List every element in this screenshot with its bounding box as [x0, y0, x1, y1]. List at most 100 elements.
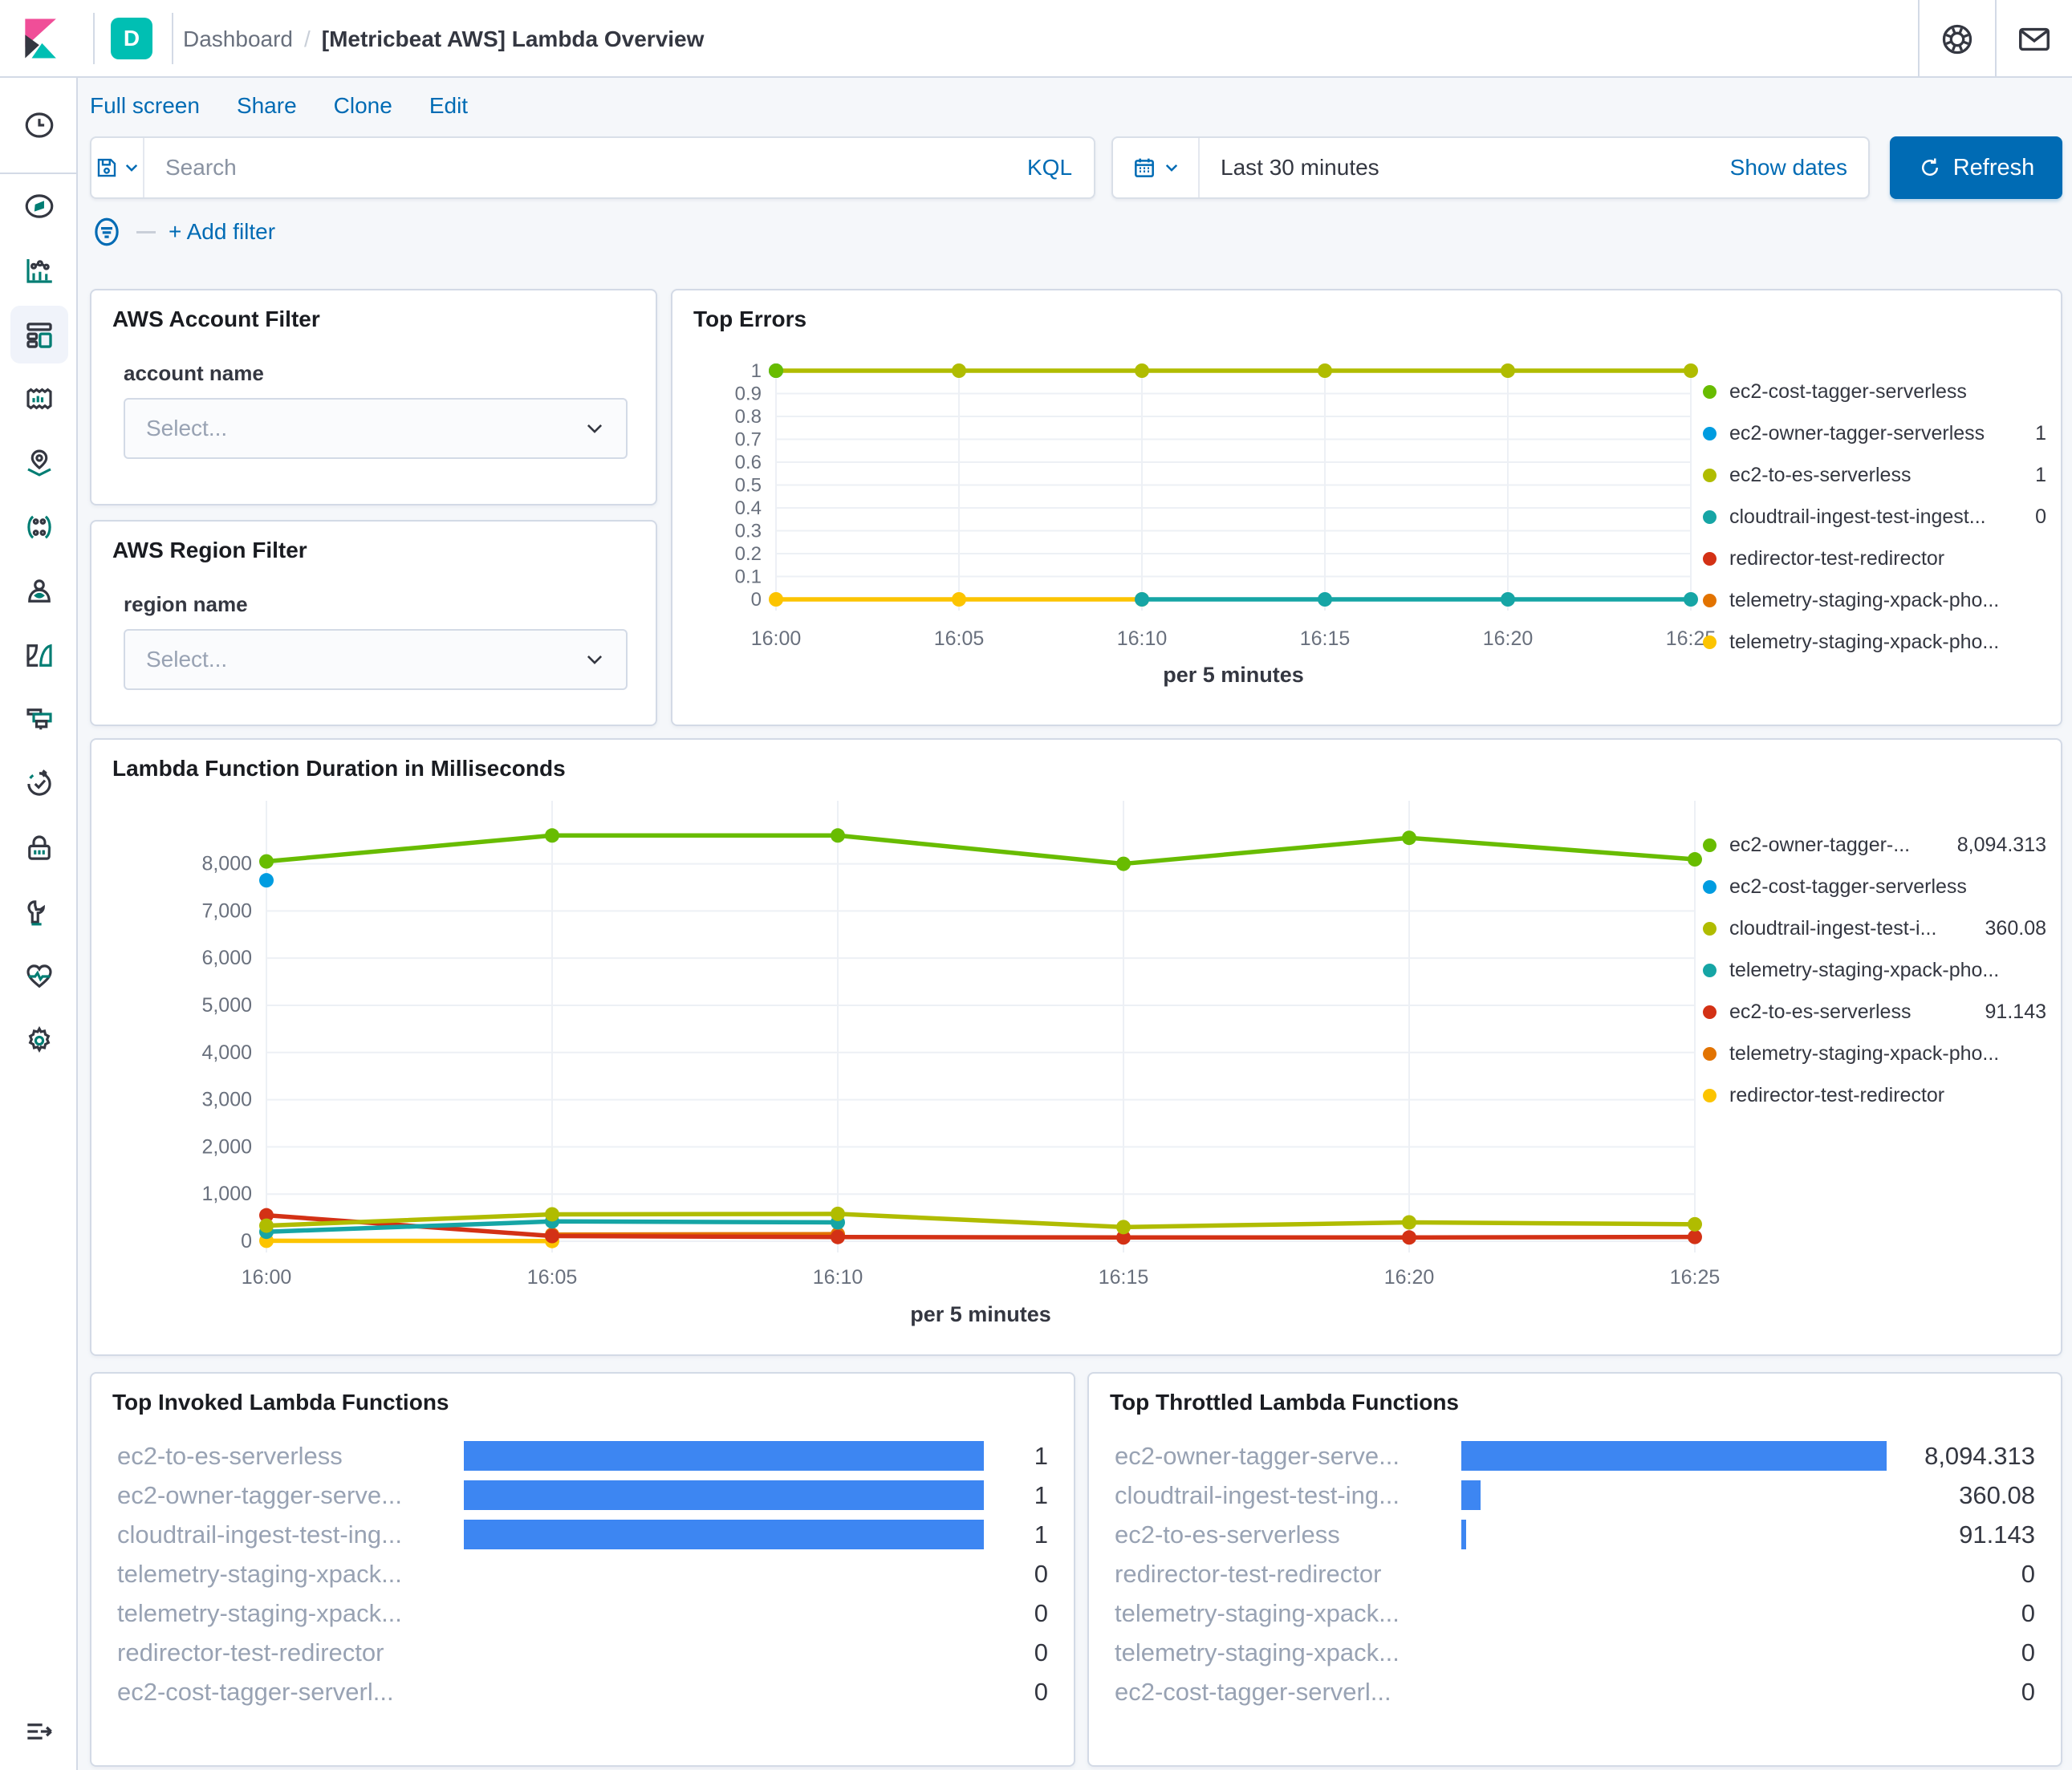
- duration-chart[interactable]: 16:00 16:05 16:10 16:15 16:20 16:25 0 1,000 2,00…: [111, 788, 1724, 1338]
- bar-row[interactable]: ec2-cost-tagger-serverl... 0: [1115, 1672, 2035, 1711]
- series-point[interactable]: [1688, 1229, 1702, 1244]
- legend-item[interactable]: redirector-test-redirector: [1703, 1074, 2046, 1116]
- series-point[interactable]: [1501, 592, 1515, 607]
- collapse-menu-icon[interactable]: [0, 1699, 78, 1764]
- filter-icon[interactable]: [90, 215, 124, 249]
- bar[interactable]: [1461, 1480, 1481, 1510]
- bar-row[interactable]: cloudtrail-ingest-test-ing... 1: [117, 1515, 1048, 1554]
- share-button[interactable]: Share: [237, 93, 297, 119]
- legend-item[interactable]: ec2-cost-tagger-serverless: [1703, 371, 2046, 412]
- kibana-logo-icon[interactable]: [18, 14, 63, 63]
- saved-query-button[interactable]: [91, 138, 144, 197]
- sidebar-item-dashboard[interactable]: [0, 302, 78, 367]
- bar-row[interactable]: redirector-test-redirector 0: [1115, 1554, 2035, 1593]
- help-buoy-icon[interactable]: [1918, 0, 1995, 78]
- time-range-value[interactable]: Last 30 minutes: [1200, 155, 1730, 181]
- clone-button[interactable]: Clone: [334, 93, 392, 119]
- sidebar-item-dev-tools[interactable]: [0, 688, 78, 752]
- bar-row[interactable]: telemetry-staging-xpack... 0: [117, 1554, 1048, 1593]
- series-point[interactable]: [545, 1228, 559, 1244]
- series-point[interactable]: [769, 363, 783, 378]
- bar-row[interactable]: telemetry-staging-xpack... 0: [1115, 1593, 2035, 1633]
- series-point[interactable]: [545, 828, 559, 843]
- series-point[interactable]: [952, 592, 966, 607]
- bar-row[interactable]: ec2-to-es-serverless 91.143: [1115, 1515, 2035, 1554]
- bar[interactable]: [464, 1520, 984, 1549]
- bar-row[interactable]: ec2-cost-tagger-serverl... 0: [117, 1672, 1048, 1711]
- series-point[interactable]: [1402, 1215, 1416, 1230]
- series-point[interactable]: [831, 1229, 845, 1244]
- mail-icon[interactable]: [1995, 0, 2072, 78]
- sidebar-item-monitoring[interactable]: [0, 944, 78, 1009]
- region-name-select[interactable]: Select...: [124, 629, 628, 690]
- bar-row[interactable]: ec2-owner-tagger-serve... 8,094.313: [1115, 1436, 2035, 1476]
- series-point[interactable]: [1501, 363, 1515, 378]
- sidebar-item-discover[interactable]: [0, 174, 78, 238]
- calendar-button[interactable]: [1113, 138, 1200, 197]
- series-point[interactable]: [259, 873, 274, 888]
- top-errors-chart[interactable]: 16:00 16:05 16:10 16:15 16:20 16:2500.10.20.3…: [692, 339, 1719, 698]
- series-point[interactable]: [769, 592, 783, 607]
- bar-row[interactable]: telemetry-staging-xpack... 0: [1115, 1633, 2035, 1672]
- sidebar-item-canvas[interactable]: [0, 367, 78, 431]
- series-point[interactable]: [1402, 1230, 1416, 1245]
- legend-item[interactable]: cloudtrail-ingest-test-i... 360.08: [1703, 907, 2046, 949]
- series-point[interactable]: [1135, 363, 1149, 378]
- kql-button[interactable]: KQL: [1006, 138, 1094, 197]
- bar[interactable]: [1461, 1520, 1466, 1549]
- legend-item[interactable]: telemetry-staging-xpack-pho...: [1703, 579, 2046, 621]
- show-dates-button[interactable]: Show dates: [1730, 155, 1868, 181]
- legend-item[interactable]: ec2-owner-tagger-... 8,094.313: [1703, 824, 2046, 866]
- bar-row[interactable]: ec2-to-es-serverless 1: [117, 1436, 1048, 1476]
- series-point[interactable]: [952, 363, 966, 378]
- series-point[interactable]: [1116, 1220, 1131, 1235]
- refresh-button[interactable]: Refresh: [1890, 136, 2062, 199]
- series-point[interactable]: [1318, 592, 1332, 607]
- account-name-select[interactable]: Select...: [124, 398, 628, 459]
- series-point[interactable]: [1684, 592, 1698, 607]
- sidebar-item-uptime[interactable]: [0, 752, 78, 816]
- edit-button[interactable]: Edit: [429, 93, 468, 119]
- bar[interactable]: [464, 1480, 984, 1510]
- series-point[interactable]: [1135, 592, 1149, 607]
- bar-row[interactable]: cloudtrail-ingest-test-ing... 360.08: [1115, 1476, 2035, 1515]
- series-point[interactable]: [545, 1207, 559, 1222]
- series-point[interactable]: [1402, 830, 1416, 846]
- series-point[interactable]: [831, 828, 845, 843]
- legend-item[interactable]: ec2-owner-tagger-serverless 1: [1703, 412, 2046, 454]
- series-point[interactable]: [1684, 363, 1698, 378]
- sidebar-item-recent[interactable]: [0, 78, 78, 173]
- series-point[interactable]: [1318, 363, 1332, 378]
- legend-item[interactable]: ec2-to-es-serverless 1: [1703, 454, 2046, 496]
- series-point[interactable]: [1688, 1216, 1702, 1232]
- series-point[interactable]: [1116, 856, 1131, 871]
- sidebar-item-visualize[interactable]: [0, 238, 78, 302]
- series-point[interactable]: [259, 1218, 274, 1233]
- bar[interactable]: [1461, 1441, 1887, 1471]
- breadcrumb-dashboard[interactable]: Dashboard: [183, 26, 293, 52]
- sidebar-item-settings[interactable]: [0, 1009, 78, 1073]
- legend-item[interactable]: ec2-to-es-serverless 91.143: [1703, 991, 2046, 1033]
- space-badge[interactable]: D: [111, 18, 152, 59]
- bar-row[interactable]: redirector-test-redirector 0: [117, 1633, 1048, 1672]
- series-point[interactable]: [831, 1206, 845, 1221]
- bar[interactable]: [464, 1441, 984, 1471]
- legend-item[interactable]: ec2-cost-tagger-serverless: [1703, 866, 2046, 907]
- sidebar-item-graph[interactable]: [0, 559, 78, 623]
- legend-item[interactable]: telemetry-staging-xpack-pho...: [1703, 621, 2046, 663]
- sidebar-item-security[interactable]: [0, 816, 78, 880]
- series-point[interactable]: [259, 854, 274, 869]
- legend-item[interactable]: telemetry-staging-xpack-pho...: [1703, 1033, 2046, 1074]
- full-screen-button[interactable]: Full screen: [90, 93, 200, 119]
- bar-row[interactable]: ec2-owner-tagger-serve... 1: [117, 1476, 1048, 1515]
- legend-item[interactable]: redirector-test-redirector: [1703, 538, 2046, 579]
- sidebar-item-stack-management[interactable]: [0, 880, 78, 944]
- search-input[interactable]: [144, 138, 1006, 197]
- sidebar-item-reporting[interactable]: [0, 623, 78, 688]
- legend-item[interactable]: telemetry-staging-xpack-pho...: [1703, 949, 2046, 991]
- legend-item[interactable]: cloudtrail-ingest-test-ingest... 0: [1703, 496, 2046, 538]
- series-point[interactable]: [1688, 852, 1702, 867]
- sidebar-item-maps[interactable]: [0, 431, 78, 495]
- add-filter-button[interactable]: + Add filter: [169, 219, 275, 245]
- sidebar-item-machine-learning[interactable]: [0, 495, 78, 559]
